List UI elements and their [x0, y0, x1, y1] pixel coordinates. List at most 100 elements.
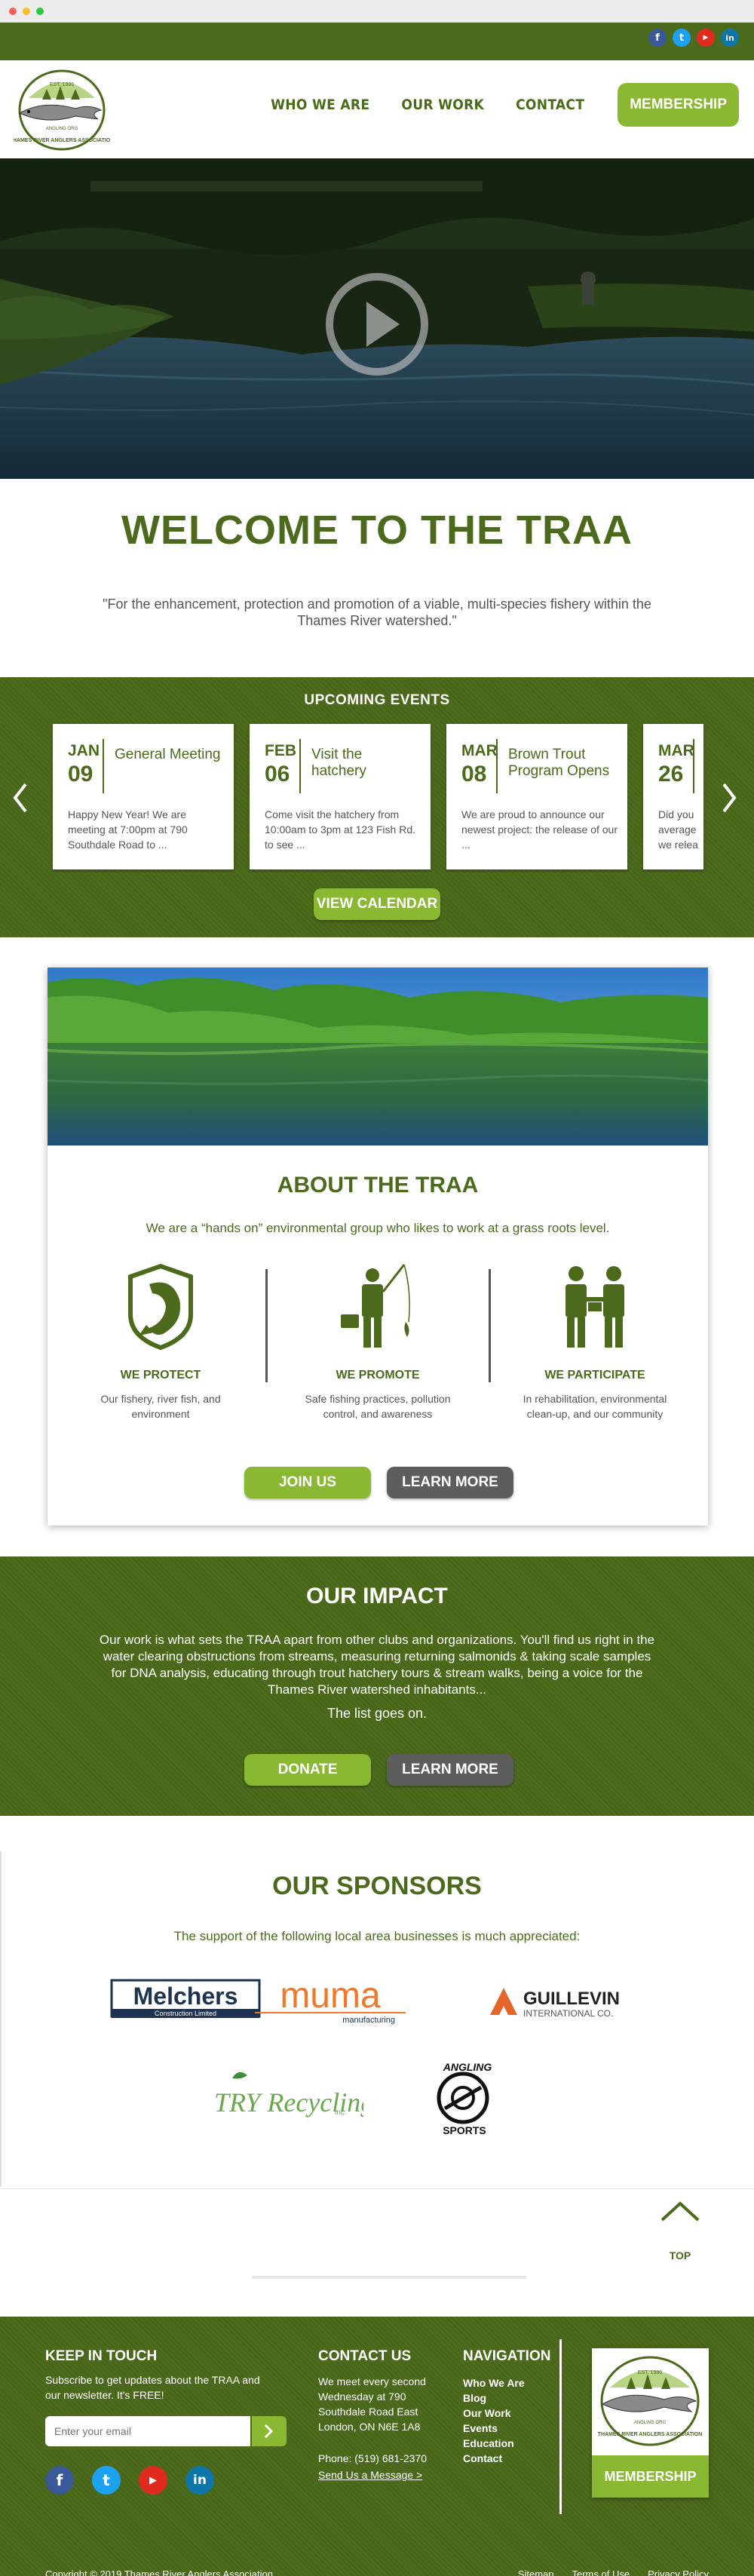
- pillar-divider: [489, 1269, 491, 1382]
- about-learn-more-button[interactable]: LEARN MORE: [387, 1467, 513, 1498]
- event-day: 09: [68, 762, 93, 787]
- footer-legal-links: Sitemap Terms of Use Privacy Policy: [518, 2568, 709, 2576]
- event-card[interactable]: FEB 06 Visit the hatchery Come visit the…: [250, 724, 431, 869]
- youtube-icon[interactable]: ▶: [697, 29, 715, 47]
- fish-shield-icon: [128, 1263, 193, 1351]
- footer-nav-our-work[interactable]: Our Work: [463, 2406, 525, 2421]
- chevron-right-icon: [264, 2424, 274, 2439]
- pillar-divider: [265, 1269, 268, 1382]
- event-title: Brown Trout Program Opens: [508, 747, 610, 779]
- event-title: General Meeting: [115, 747, 221, 762]
- section-separator: [0, 2188, 754, 2189]
- footer-nav-blog[interactable]: Blog: [463, 2390, 525, 2406]
- sponsor-logo-melchers[interactable]: Melchers Construction Limited: [110, 1973, 261, 2026]
- facebook-icon[interactable]: f: [648, 29, 667, 47]
- newsletter-email-input[interactable]: [45, 2416, 250, 2446]
- linkedin-icon[interactable]: in: [185, 2466, 214, 2495]
- impact-learn-more-button[interactable]: LEARN MORE: [387, 1754, 513, 1786]
- impact-text: Our work is what sets the TRAA apart fro…: [99, 1633, 655, 1697]
- footer-nav-contact[interactable]: Contact: [463, 2451, 525, 2466]
- pillar-text: Our fishery, river fish, and environment: [100, 1393, 221, 1420]
- terms-link[interactable]: Terms of Use: [572, 2568, 630, 2576]
- impact-title: OUR IMPACT: [306, 1584, 448, 1608]
- sponsor-name: Melchers: [133, 1983, 238, 2010]
- event-card[interactable]: JAN 09 General Meeting Happy New Year! W…: [53, 724, 234, 869]
- nav-who-we-are[interactable]: WHO WE ARE: [271, 97, 369, 113]
- sponsor-logo-muma[interactable]: muma manufacturing: [252, 1974, 410, 2027]
- donate-button[interactable]: DONATE: [244, 1754, 371, 1786]
- angler-icon: [341, 1264, 410, 1348]
- event-title: Visit the hatchery: [311, 747, 366, 779]
- footer-nav-events[interactable]: Events: [463, 2421, 525, 2436]
- events-next-arrow-icon[interactable]: [721, 783, 737, 813]
- footer-membership-button[interactable]: MEMBERSHIP: [592, 2455, 709, 2498]
- sponsor-logo-angling-sports[interactable]: ANGLING SPORTS: [422, 2056, 505, 2140]
- event-divider: [299, 739, 301, 793]
- join-us-button[interactable]: JOIN US: [244, 1467, 371, 1498]
- pillar-title: WE PROMOTE: [336, 1369, 420, 1382]
- sponsor-tagline: inc.: [335, 2108, 347, 2117]
- footer-nav-education[interactable]: Education: [463, 2436, 525, 2451]
- event-divider: [103, 739, 104, 793]
- people-cleanup-icon: [566, 1266, 624, 1348]
- nav-contact[interactable]: CONTACT: [516, 97, 584, 113]
- event-month: MAR: [658, 742, 694, 759]
- footer-membership-card: EST. 1986 ANGLING ORG THAMES RIVER ANGLE…: [592, 2348, 709, 2498]
- sponsor-logo-try-recycling[interactable]: TRY Recycling inc.: [205, 2065, 363, 2125]
- events-title: UPCOMING EVENTS: [304, 692, 450, 708]
- view-calendar-button[interactable]: VIEW CALENDAR: [314, 888, 440, 920]
- pillar-participate: WE PARTICIPATE In rehabilitation, enviro…: [504, 1262, 685, 1421]
- welcome-title: WELCOME TO THE TRAA: [121, 508, 633, 553]
- about-title: ABOUT THE TRAA: [277, 1173, 479, 1198]
- privacy-link[interactable]: Privacy Policy: [648, 2568, 709, 2576]
- events-prev-arrow-icon[interactable]: [12, 783, 29, 813]
- logo-est-text: EST. 1986: [638, 2370, 662, 2375]
- newsletter-submit-button[interactable]: [252, 2416, 287, 2446]
- footer-traa-logo[interactable]: EST. 1986 ANGLING ORG THAMES RIVER ANGLE…: [592, 2348, 709, 2455]
- hero-video: [0, 158, 754, 479]
- pillar-text: In rehabilitation, environmental clean-u…: [523, 1393, 667, 1420]
- linkedin-icon[interactable]: in: [721, 29, 739, 47]
- sponsor-logo-guillevin[interactable]: GUILLEVIN INTERNATIONAL CO.: [487, 1979, 653, 2024]
- top-bar: [0, 23, 754, 60]
- traa-logo[interactable]: EST. 1986 ANGLING ORG THAMES RIVER ANGLE…: [14, 66, 110, 155]
- site-header: EST. 1986 ANGLING ORG THAMES RIVER ANGLE…: [0, 60, 754, 158]
- top-social-links: f t ▶ in: [648, 29, 739, 47]
- footer-nav: Who We Are Blog Our Work Events Educatio…: [463, 2375, 525, 2466]
- sitemap-link[interactable]: Sitemap: [518, 2568, 554, 2576]
- footer-divider: [559, 2339, 562, 2514]
- logo-est-text: EST. 1986: [50, 82, 74, 87]
- event-day: 26: [658, 762, 684, 787]
- pillar-title: WE PARTICIPATE: [544, 1369, 645, 1382]
- back-to-top-link[interactable]: TOP: [657, 2200, 703, 2262]
- footer-nav-who-we-are[interactable]: Who We Are: [463, 2375, 525, 2390]
- contact-phone: Phone: (519) 681-2370: [318, 2452, 427, 2464]
- send-message-link[interactable]: Send Us a Message >: [318, 2467, 422, 2482]
- nav-our-work[interactable]: OUR WORK: [401, 97, 484, 113]
- sponsors-title: OUR SPONSORS: [272, 1872, 482, 1900]
- facebook-icon[interactable]: f: [45, 2466, 74, 2495]
- pillar-protect: WE PROTECT Our fishery, river fish, and …: [70, 1262, 251, 1421]
- event-divider: [496, 739, 498, 793]
- upcoming-events-section: UPCOMING EVENTS JAN 09 General Meeting H…: [0, 677, 754, 937]
- event-card[interactable]: MAR 08 Brown Trout Program Opens We are …: [446, 724, 627, 869]
- top-label: TOP: [669, 2249, 691, 2262]
- event-month: MAR: [461, 742, 498, 759]
- youtube-icon[interactable]: ▶: [139, 2466, 167, 2495]
- close-window-icon[interactable]: [9, 8, 17, 15]
- pillar-promote: WE PROMOTE Safe fishing practices, pollu…: [287, 1262, 468, 1421]
- event-day: 08: [461, 762, 487, 787]
- twitter-icon[interactable]: t: [92, 2466, 121, 2495]
- membership-button[interactable]: MEMBERSHIP: [618, 83, 739, 127]
- maximize-window-icon[interactable]: [36, 8, 44, 15]
- decorative-line: [252, 2276, 526, 2278]
- keep-in-touch-title: KEEP IN TOUCH: [45, 2348, 158, 2364]
- mission-statement: "For the enhancement, protection and pro…: [103, 596, 651, 628]
- contact-us-title: CONTACT US: [318, 2348, 412, 2364]
- minimize-window-icon[interactable]: [23, 8, 30, 15]
- play-button-icon[interactable]: [326, 273, 428, 376]
- logo-name-text: THAMES RIVER ANGLERS ASSOCIATION: [598, 2432, 703, 2437]
- event-card[interactable]: MAR 26 Did you average we relea: [643, 724, 703, 869]
- pillar-title: WE PROTECT: [120, 1369, 201, 1382]
- twitter-icon[interactable]: t: [673, 29, 691, 47]
